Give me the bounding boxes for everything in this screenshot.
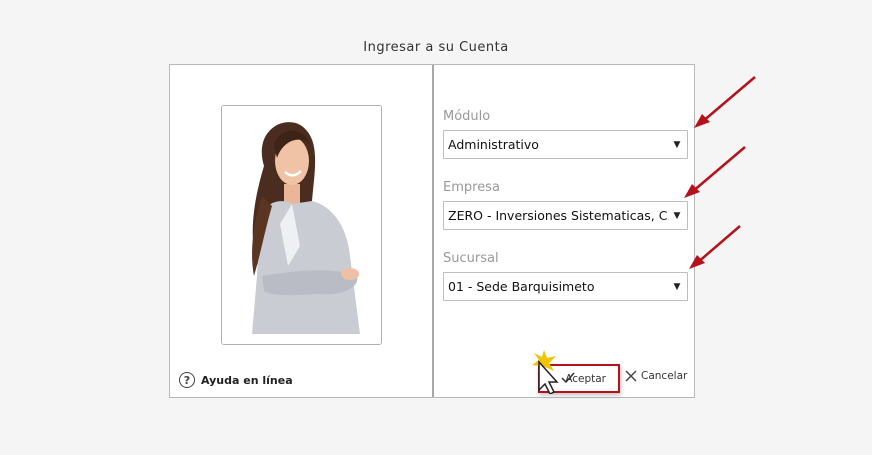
sucursal-select-value: 01 - Sede Barquisimeto [448, 279, 595, 294]
annotation-arrow-icon [689, 225, 741, 269]
modulo-label: Módulo [443, 109, 491, 124]
help-label: Ayuda en línea [201, 373, 293, 387]
modulo-select[interactable]: Administrativo ▼ [443, 130, 688, 159]
modulo-select-value: Administrativo [448, 137, 539, 152]
check-icon [561, 372, 575, 384]
sucursal-label: Sucursal [443, 251, 499, 266]
click-cursor-icon [532, 350, 559, 394]
login-dialog: ? Ayuda en línea Módulo Administrativo ▼… [169, 64, 695, 398]
chevron-down-icon: ▼ [673, 210, 681, 221]
chevron-down-icon: ▼ [673, 281, 681, 292]
sucursal-select[interactable]: 01 - Sede Barquisimeto ▼ [443, 272, 688, 301]
question-circle-icon: ? [179, 372, 195, 388]
empresa-select[interactable]: ZERO - Inversiones Sistematicas, C.A. ▼ [443, 201, 688, 230]
annotation-arrow-icon [684, 146, 746, 198]
cancel-button[interactable]: Cancelar [625, 370, 687, 382]
close-icon [625, 370, 637, 382]
annotation-arrow-icon [694, 76, 756, 128]
woman-photo-illustration [222, 106, 381, 344]
user-photo [221, 105, 382, 345]
dialog-title: Ingresar a su Cuenta [363, 40, 509, 55]
empresa-label: Empresa [443, 180, 500, 195]
empresa-select-value: ZERO - Inversiones Sistematicas, C.A. [448, 208, 669, 223]
panel-divider [432, 65, 434, 397]
cancel-label: Cancelar [641, 370, 688, 382]
help-link[interactable]: ? Ayuda en línea [179, 372, 293, 388]
